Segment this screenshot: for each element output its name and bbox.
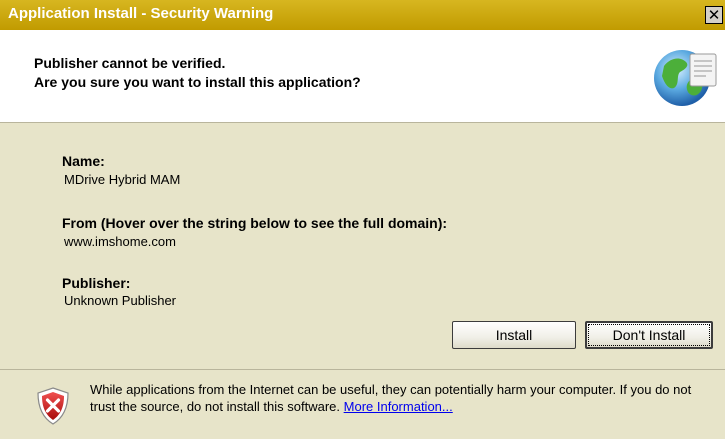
publisher-value: Unknown Publisher xyxy=(64,293,177,308)
window-title: Application Install - Security Warning xyxy=(8,5,274,22)
details-panel: Name: MDrive Hybrid MAM From (Hover over… xyxy=(0,123,725,369)
warning-message: While applications from the Internet can… xyxy=(90,381,710,415)
close-button[interactable]: ✕ xyxy=(705,6,723,24)
security-warning-dialog: Application Install - Security Warning ✕… xyxy=(0,0,725,439)
more-information-link[interactable]: More Information... xyxy=(344,399,453,414)
name-value: MDrive Hybrid MAM xyxy=(64,172,181,187)
from-label: From (Hover over the string below to see… xyxy=(62,215,448,231)
warning-footer: While applications from the Internet can… xyxy=(0,370,725,439)
header-question: Are you sure you want to install this ap… xyxy=(34,74,361,90)
dialog-header: Publisher cannot be verified. Are you su… xyxy=(0,30,725,123)
dont-install-button[interactable]: Don't Install xyxy=(585,321,713,349)
title-bar[interactable]: Application Install - Security Warning ✕ xyxy=(0,0,725,30)
install-button[interactable]: Install xyxy=(452,321,576,349)
shield-warning-icon xyxy=(37,387,69,425)
header-title: Publisher cannot be verified. xyxy=(34,55,226,71)
name-label: Name: xyxy=(62,153,105,169)
globe-icon xyxy=(654,50,717,106)
publisher-label: Publisher: xyxy=(62,275,131,291)
close-icon: ✕ xyxy=(707,6,721,24)
from-value[interactable]: www.imshome.com xyxy=(64,234,176,249)
